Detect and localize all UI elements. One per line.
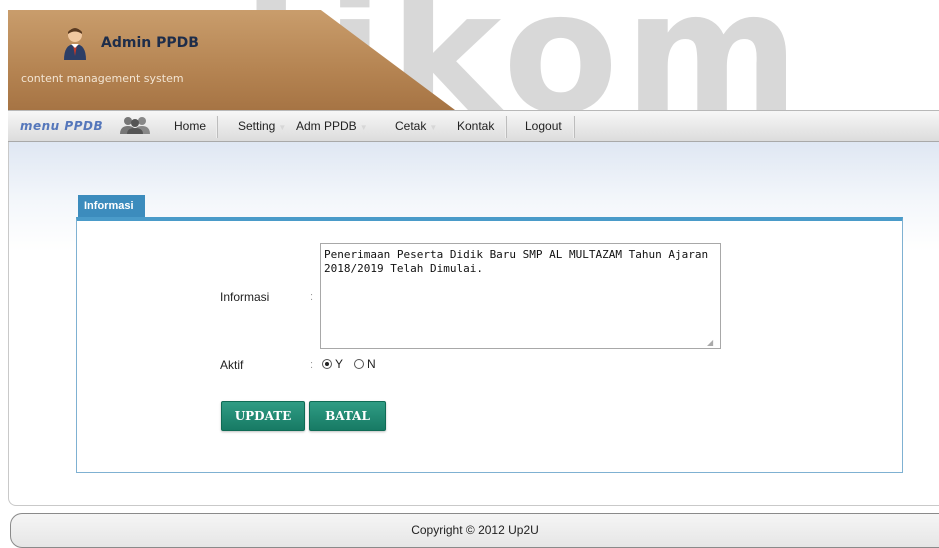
aktif-colon: : (310, 359, 314, 371)
header-banner (8, 10, 455, 110)
radio-aktif-n[interactable]: N (354, 357, 376, 371)
radio-aktif-y[interactable]: Y (322, 357, 343, 371)
informasi-label: Informasi (220, 290, 270, 304)
admin-avatar-icon (64, 28, 86, 60)
panel-tab-informasi: Informasi (78, 195, 145, 218)
nav-brand: menu PPDB (20, 119, 104, 133)
app-title: Admin PPDB (101, 35, 199, 51)
radio-n-label: N (367, 357, 376, 371)
nav-adm-ppdb[interactable]: Adm PPDB ▼ (296, 119, 368, 133)
informasi-textarea[interactable]: Penerimaan Peserta Didik Baru SMP AL MUL… (320, 243, 721, 349)
chevron-down-icon: ▼ (278, 123, 287, 132)
radio-y-label: Y (335, 357, 344, 371)
footer: Copyright © 2012 Up2U (10, 513, 939, 548)
informasi-colon: : (310, 291, 314, 303)
app-subtitle: content management system (21, 72, 184, 85)
nav-logout[interactable]: Logout (525, 119, 562, 133)
nav-setting[interactable]: Setting ▼ (238, 119, 286, 133)
nav-divider (216, 116, 217, 138)
users-icon (120, 117, 150, 134)
batal-button[interactable]: BATAL (309, 401, 386, 431)
nav-adm-ppdb-label: Adm PPDB (296, 119, 357, 133)
resize-grip-icon[interactable]: ◢ (707, 338, 713, 347)
main-navbar: menu PPDB Home Setting ▼ Adm PPDB ▼ Cetak ▼… (8, 110, 939, 142)
nav-cetak-label: Cetak (395, 119, 427, 133)
radio-unchecked-icon[interactable] (354, 359, 364, 369)
nav-kontak[interactable]: Kontak (457, 119, 494, 133)
nav-divider (505, 116, 506, 138)
update-button[interactable]: UPDATE (221, 401, 305, 431)
aktif-label: Aktif (220, 358, 244, 372)
chevron-down-icon: ▼ (359, 123, 368, 132)
radio-checked-icon[interactable] (322, 359, 332, 369)
nav-setting-label: Setting (238, 119, 276, 133)
nav-divider (573, 116, 574, 138)
chevron-down-icon: ▼ (429, 123, 438, 132)
nav-home[interactable]: Home (174, 119, 206, 133)
nav-cetak[interactable]: Cetak ▼ (395, 119, 437, 133)
copyright-text: Copyright © 2012 Up2U (411, 523, 539, 537)
